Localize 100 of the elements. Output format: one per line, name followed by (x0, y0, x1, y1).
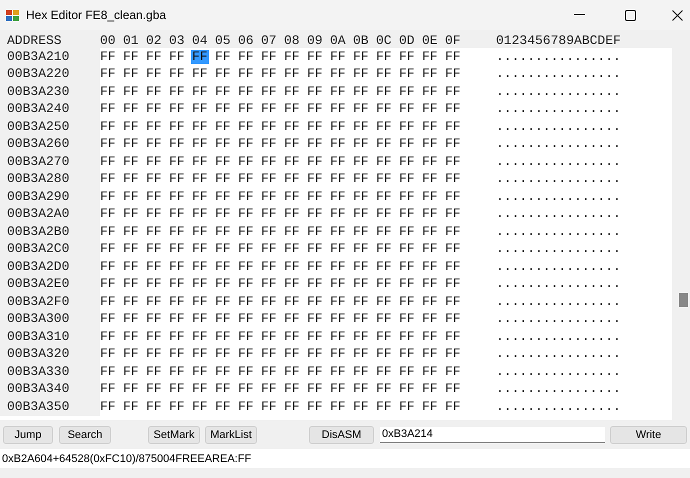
byte-cell[interactable]: FF (307, 294, 323, 309)
byte-cell[interactable]: FF (215, 50, 231, 64)
byte-cell[interactable]: FF (146, 277, 162, 292)
byte-cell[interactable]: FF (215, 260, 231, 274)
byte-cell[interactable]: FF (169, 190, 185, 204)
byte-cell[interactable]: FF (146, 400, 162, 414)
byte-cell[interactable]: FF (445, 120, 461, 134)
byte-cell[interactable]: FF (353, 312, 369, 326)
byte-cell[interactable]: FF (330, 207, 346, 222)
byte-cell[interactable]: FF (399, 50, 415, 64)
byte-cell[interactable]: FF (284, 224, 300, 239)
byte-cell[interactable]: FF (100, 67, 116, 82)
byte-cell[interactable]: FF (146, 102, 162, 116)
byte-cell[interactable]: FF (215, 400, 231, 414)
byte-cell[interactable]: FF (123, 382, 139, 396)
byte-cell[interactable]: FF (146, 84, 162, 99)
byte-cell[interactable]: FF (238, 207, 254, 222)
byte-cell[interactable]: FF (146, 294, 162, 309)
byte-cell[interactable]: FF (238, 260, 254, 274)
byte-cell[interactable]: FF (215, 154, 231, 169)
byte-cell[interactable]: FF (100, 190, 116, 204)
byte-cell[interactable]: FF (399, 364, 415, 379)
byte-cell[interactable]: FF (307, 154, 323, 169)
byte-cell[interactable]: FF (330, 224, 346, 239)
byte-cell[interactable]: FF (284, 84, 300, 99)
toolbar-button[interactable]: SetMark (148, 426, 200, 444)
close-icon[interactable] (672, 10, 683, 20)
byte-cell[interactable]: FF (146, 224, 162, 239)
byte-cell[interactable]: FF (238, 242, 254, 256)
byte-cell[interactable]: FF (146, 330, 162, 344)
minimize-icon[interactable] (574, 14, 585, 16)
byte-cell[interactable]: FF (261, 312, 277, 326)
byte-cell[interactable]: FF (238, 294, 254, 309)
byte-cell[interactable]: FF (284, 190, 300, 204)
byte-cell[interactable]: FF (353, 120, 369, 134)
byte-cell[interactable]: FF (284, 260, 300, 274)
byte-cell[interactable]: FF (399, 242, 415, 256)
byte-cell[interactable]: FF (422, 277, 438, 292)
byte-cell[interactable]: FF (192, 242, 208, 256)
byte-cell[interactable]: FF (422, 190, 438, 204)
byte-cell[interactable]: FF (445, 154, 461, 169)
byte-cell[interactable]: FF (238, 364, 254, 379)
toolbar-button[interactable]: DisASM (309, 426, 374, 444)
byte-cell[interactable]: FF (169, 102, 185, 116)
byte-cell[interactable]: FF (376, 312, 392, 326)
byte-cell[interactable]: FF (353, 67, 369, 82)
byte-cell[interactable]: FF (307, 190, 323, 204)
byte-cell[interactable]: FF (376, 84, 392, 99)
byte-cell[interactable]: FF (261, 364, 277, 379)
byte-cell[interactable]: FF (284, 330, 300, 344)
byte-cell[interactable]: FF (238, 400, 254, 414)
byte-cell[interactable]: FF (353, 207, 369, 222)
byte-cell[interactable]: FF (284, 294, 300, 309)
byte-cell[interactable]: FF (238, 312, 254, 326)
byte-cell[interactable]: FF (261, 224, 277, 239)
byte-cell[interactable]: FF (399, 382, 415, 396)
byte-cell[interactable]: FF (123, 224, 139, 239)
byte-cell[interactable]: FF (100, 172, 116, 186)
byte-cell[interactable]: FF (284, 207, 300, 222)
byte-cell[interactable]: FF (330, 50, 346, 64)
byte-cell[interactable]: FF (100, 224, 116, 239)
byte-cell[interactable]: FF (215, 312, 231, 326)
byte-cell[interactable]: FF (123, 120, 139, 134)
byte-cell[interactable]: FF (422, 312, 438, 326)
byte-cell[interactable]: FF (261, 347, 277, 362)
byte-cell[interactable]: FF (169, 312, 185, 326)
byte-cell[interactable]: FF (399, 102, 415, 116)
byte-cell[interactable]: FF (169, 277, 185, 292)
byte-cell[interactable]: FF (307, 120, 323, 134)
byte-cell[interactable]: FF (353, 154, 369, 169)
address-field[interactable]: 0xB3A214 (380, 427, 605, 443)
byte-cell[interactable]: FF (215, 347, 231, 362)
byte-cell[interactable]: FF (215, 330, 231, 344)
byte-cell[interactable]: FF (422, 120, 438, 134)
byte-cell[interactable]: FF (422, 260, 438, 274)
byte-cell[interactable]: FF (376, 224, 392, 239)
byte-cell[interactable]: FF (146, 120, 162, 134)
byte-cell[interactable]: FF (399, 277, 415, 292)
byte-cell[interactable]: FF (330, 400, 346, 414)
byte-cell[interactable]: FF (146, 172, 162, 186)
byte-cell[interactable]: FF (284, 242, 300, 256)
byte-cell[interactable]: FF (238, 120, 254, 134)
byte-cell[interactable]: FF (445, 224, 461, 239)
byte-cell[interactable]: FF (192, 224, 208, 239)
byte-cell[interactable]: FF (353, 84, 369, 99)
byte-cell[interactable]: FF (330, 137, 346, 152)
byte-cell[interactable]: FF (307, 347, 323, 362)
byte-cell[interactable]: FF (123, 312, 139, 326)
byte-cell[interactable]: FF (445, 102, 461, 116)
byte-cell[interactable]: FF (192, 364, 208, 379)
byte-cell[interactable]: FF (399, 224, 415, 239)
byte-cell[interactable]: FF (376, 172, 392, 186)
byte-cell[interactable]: FF (445, 277, 461, 292)
byte-cell[interactable]: FF (330, 347, 346, 362)
byte-cell[interactable]: FF (330, 364, 346, 379)
byte-cell[interactable]: FF (307, 84, 323, 99)
byte-cell[interactable]: FF (192, 120, 208, 134)
byte-cell[interactable]: FF (307, 260, 323, 274)
byte-cell[interactable]: FF (422, 400, 438, 414)
byte-cell[interactable]: FF (100, 154, 116, 169)
